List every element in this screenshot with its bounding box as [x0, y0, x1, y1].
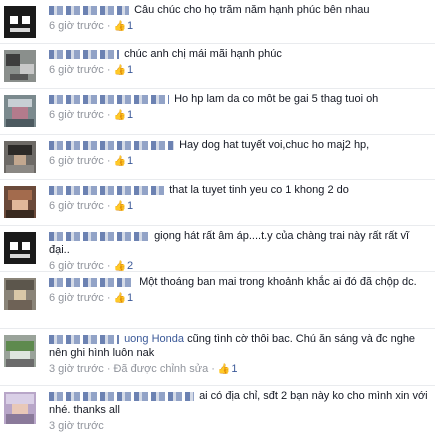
comment-item: Hay dog hat tuyết voi,chuc ho maj2 hp, 6…	[0, 135, 435, 180]
comment-author[interactable]	[49, 5, 129, 15]
comment-text: Câu chúc cho họ trăm năm hạnh phúc bên n…	[134, 4, 370, 16]
thumbs-up-icon[interactable]: 👍	[113, 199, 125, 214]
avatar[interactable]	[4, 50, 36, 82]
avatar[interactable]	[4, 95, 36, 127]
comment-item: ai có địa chỉ, sđt 2 bạn này ko cho mình…	[0, 386, 435, 442]
comment-author[interactable]	[49, 277, 134, 287]
like-count[interactable]: 1	[127, 109, 133, 121]
comment-item: uong Honda cũng tình cờ thôi bac. Chú ăn…	[0, 329, 435, 386]
like-count[interactable]: 1	[127, 64, 133, 76]
comment-author[interactable]	[49, 231, 149, 241]
thumbs-up-icon[interactable]: 👍	[113, 291, 125, 306]
like-count[interactable]: 1	[127, 155, 133, 167]
like-count[interactable]: 2	[127, 260, 133, 272]
comment-time[interactable]: 6 giờ trước	[49, 292, 104, 304]
comment-item: Ho hp lam da co môt be gai 5 thag tuoi o…	[0, 89, 435, 135]
comment-item: Một thoáng ban mai trong khoảnh khắc ai …	[0, 272, 435, 329]
comment-item: Câu chúc cho họ trăm năm hạnh phúc bên n…	[0, 0, 435, 44]
comment-time[interactable]: 6 giờ trước	[49, 260, 104, 272]
comment-time[interactable]: 6 giờ trước	[49, 109, 104, 121]
like-count[interactable]: 1	[127, 292, 133, 304]
avatar[interactable]	[4, 278, 36, 310]
comment-item: giọng hát rất âm áp....t.y của chàng tra…	[0, 226, 435, 272]
comment-time[interactable]: 6 giờ trước	[49, 20, 104, 32]
comment-item: that la tuyet tinh yeu co 1 khong 2 do 6…	[0, 180, 435, 226]
avatar[interactable]	[4, 141, 36, 173]
avatar[interactable]	[4, 232, 36, 264]
comment-text: that la tuyet tinh yeu co 1 khong 2 do	[169, 184, 349, 196]
comment-text: Hay dog hat tuyết voi,chuc ho maj2 hp,	[179, 139, 370, 151]
comment-text: chúc anh chị mái mãi hạnh phúc	[124, 48, 282, 60]
comment-item: chúc anh chị mái mãi hạnh phúc 6 giờ trư…	[0, 44, 435, 89]
thumbs-up-icon[interactable]: 👍	[113, 63, 125, 78]
comment-author[interactable]	[49, 334, 119, 344]
avatar[interactable]	[4, 186, 36, 218]
comment-text: Một thoáng ban mai trong khoảnh khắc ai …	[139, 276, 417, 288]
comment-author[interactable]	[49, 49, 119, 59]
avatar[interactable]	[4, 392, 36, 424]
comment-author[interactable]	[49, 140, 174, 150]
comment-mention[interactable]: uong Honda	[124, 333, 184, 345]
comment-time[interactable]: 3 giờ trước	[49, 363, 104, 375]
comment-author[interactable]	[49, 94, 169, 104]
like-count[interactable]: 1	[231, 363, 237, 375]
comment-list: Câu chúc cho họ trăm năm hạnh phúc bên n…	[0, 0, 435, 442]
comment-text: Ho hp lam da co môt be gai 5 thag tuoi o…	[174, 93, 379, 105]
like-count[interactable]: 1	[127, 20, 133, 32]
edited-label[interactable]: Đã được chỉnh sửa	[113, 363, 208, 375]
thumbs-up-icon[interactable]: 👍	[113, 108, 125, 123]
comment-time[interactable]: 6 giờ trước	[49, 155, 104, 167]
thumbs-up-icon[interactable]: 👍	[113, 154, 125, 169]
comment-author[interactable]	[49, 391, 194, 401]
comment-time[interactable]: 6 giờ trước	[49, 200, 104, 212]
avatar[interactable]	[4, 335, 36, 367]
avatar[interactable]	[4, 6, 36, 38]
thumbs-up-icon[interactable]: 👍	[218, 362, 230, 377]
comment-time[interactable]: 3 giờ trước	[49, 420, 104, 432]
comment-author[interactable]	[49, 185, 164, 195]
like-count[interactable]: 1	[127, 200, 133, 212]
thumbs-up-icon[interactable]: 👍	[113, 19, 125, 34]
comment-time[interactable]: 6 giờ trước	[49, 64, 104, 76]
